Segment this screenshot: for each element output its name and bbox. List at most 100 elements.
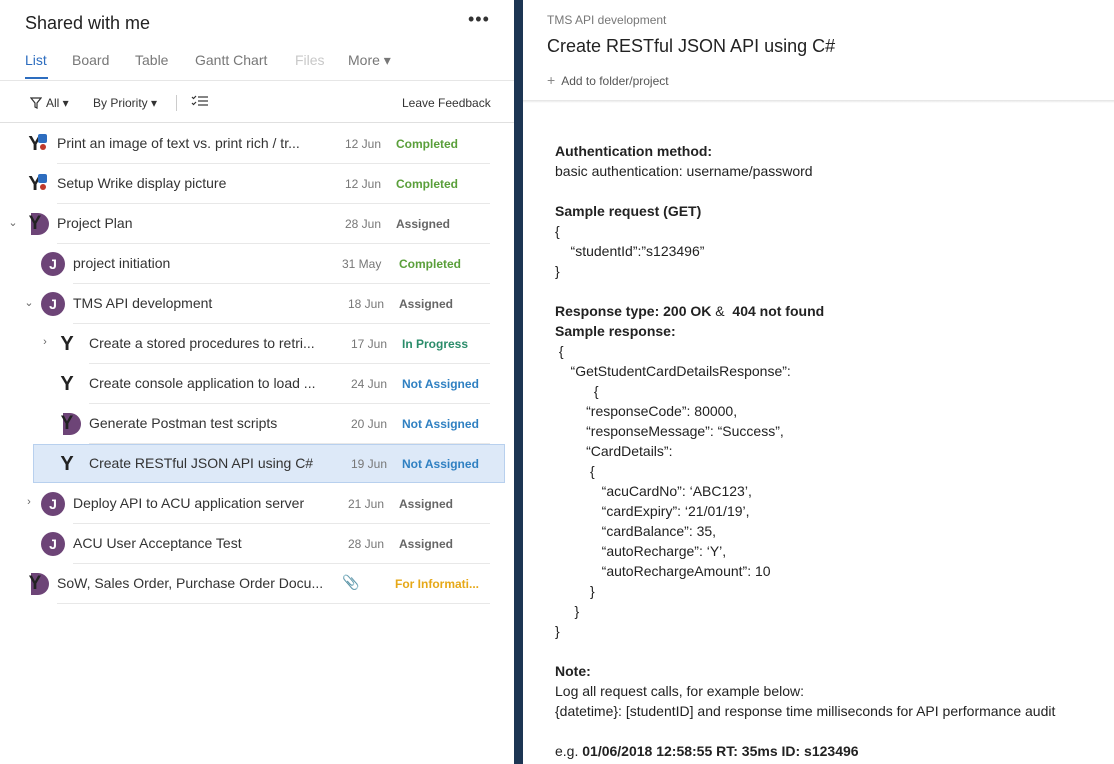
active-tab-indicator: [25, 77, 48, 79]
avatar: Y: [60, 373, 74, 395]
task-title: Project Plan: [57, 215, 133, 231]
chevron-right-icon[interactable]: ›: [40, 336, 50, 348]
description-line: “cardExpiry”: ‘21/01/19’,: [555, 503, 750, 519]
status-badge: Assigned: [396, 217, 451, 231]
task-row-selected[interactable]: Y Create RESTful JSON API using C# 19 Ju…: [0, 444, 514, 484]
task-row[interactable]: Y Generate Postman test scripts 20 Jun N…: [0, 404, 514, 444]
description-line: basic authentication: username/password: [555, 163, 813, 179]
description-line: [555, 721, 1110, 741]
chevron-right-icon[interactable]: ›: [24, 496, 34, 508]
task-row[interactable]: Y SoW, Sales Order, Purchase Order Docu.…: [0, 564, 514, 604]
task-row[interactable]: Y Print an image of text vs. print rich …: [0, 124, 514, 164]
description-line: [555, 641, 1110, 661]
task-date: 31 May: [342, 257, 382, 271]
status-badge: Assigned: [399, 497, 454, 511]
task-title: ACU User Acceptance Test: [73, 535, 242, 551]
task-row[interactable]: ⌄ J TMS API development 18 Jun Assigned: [0, 284, 514, 324]
list-options-icon[interactable]: [191, 94, 209, 111]
avatar: J: [41, 292, 65, 316]
task-title: Deploy API to ACU application server: [73, 495, 305, 511]
status-badge: For Informati...: [395, 577, 479, 591]
description-line: “autoRechargeAmount”: 10: [555, 563, 771, 579]
task-row[interactable]: › Y Create a stored procedures to retri.…: [0, 324, 514, 364]
filter-button[interactable]: All ▾: [29, 96, 69, 110]
task-title: Create console application to load ...: [89, 375, 316, 391]
task-title: Print an image of text vs. print rich / …: [57, 135, 300, 151]
task-list-panel: Shared with me ••• List Board Table Gant…: [0, 0, 514, 764]
description-line: {datetime}: [studentID] and response tim…: [555, 703, 1056, 719]
task-row[interactable]: ⌄ Y Project Plan 28 Jun Assigned: [0, 204, 514, 244]
task-row[interactable]: J ACU User Acceptance Test 28 Jun Assign…: [0, 524, 514, 564]
avatar: Y: [25, 172, 49, 196]
description-line: [555, 181, 1110, 201]
task-row[interactable]: Y Create console application to load ...…: [0, 364, 514, 404]
description-line: “responseMessage”: “Success”,: [555, 423, 784, 439]
task-row[interactable]: Y Setup Wrike display picture 12 Jun Com…: [0, 164, 514, 204]
tab-more[interactable]: More ▾: [348, 52, 391, 69]
status-badge: Not Assigned: [402, 377, 479, 391]
avatar: Y: [25, 572, 49, 596]
plus-icon: +: [547, 72, 556, 88]
task-date: 18 Jun: [348, 297, 385, 311]
page-title: Shared with me: [25, 13, 151, 33]
task-date: 28 Jun: [345, 217, 382, 231]
task-title: Create RESTful JSON API using C#: [89, 455, 314, 471]
task-row[interactable]: J project initiation 31 May Completed: [0, 244, 514, 284]
tab-table[interactable]: Table: [135, 52, 168, 68]
avatar: Y: [25, 212, 49, 236]
panel-divider[interactable]: [514, 0, 523, 764]
description-line: e.g. 01/06/2018 12:58:55 RT: 35ms ID: s1…: [555, 743, 859, 759]
description-line: {: [555, 223, 560, 239]
task-date: 19 Jun: [351, 457, 388, 471]
description-line: “CardDetails”:: [555, 443, 673, 459]
tab-list[interactable]: List: [25, 52, 47, 68]
task-description[interactable]: Authentication method: basic authenticat…: [555, 141, 1110, 761]
description-line: “acuCardNo”: ‘ABC123’,: [555, 483, 752, 499]
status-badge: Completed: [396, 177, 459, 191]
task-title: Create a stored procedures to retri...: [89, 335, 315, 351]
task-date: 17 Jun: [351, 337, 388, 351]
leave-feedback-link[interactable]: Leave Feedback: [402, 96, 491, 110]
description-line: Note:: [555, 663, 591, 679]
avatar: Y: [25, 132, 49, 156]
tab-board[interactable]: Board: [72, 52, 109, 68]
description-line: }: [555, 583, 595, 599]
description-line: {: [555, 343, 564, 359]
chevron-down-icon[interactable]: ⌄: [8, 216, 18, 229]
description-line: }: [555, 263, 560, 279]
description-line: “cardBalance”: 35,: [555, 523, 717, 539]
task-row[interactable]: › J Deploy API to ACU application server…: [0, 484, 514, 524]
description-line: Authentication method:: [555, 143, 713, 159]
task-date: 20 Jun: [351, 417, 388, 431]
task-title-heading[interactable]: Create RESTful JSON API using C#: [547, 36, 835, 57]
tab-files[interactable]: Files: [295, 52, 325, 68]
task-title: project initiation: [73, 255, 171, 271]
description-line: “studentId”:”s123496”: [555, 243, 705, 259]
avatar: J: [41, 532, 65, 556]
task-title: SoW, Sales Order, Purchase Order Docu...: [57, 575, 324, 591]
status-badge: Not Assigned: [402, 417, 479, 431]
task-detail-panel: TMS API development Create RESTful JSON …: [523, 0, 1114, 764]
tab-gantt-chart[interactable]: Gantt Chart: [195, 52, 267, 68]
description-line: Sample response:: [555, 323, 676, 339]
avatar: J: [41, 252, 65, 276]
description-line: }: [555, 623, 560, 639]
sort-dropdown[interactable]: By Priority ▾: [93, 96, 157, 110]
description-line: Log all request calls, for example below…: [555, 683, 805, 699]
breadcrumb[interactable]: TMS API development: [547, 13, 666, 27]
more-options-icon[interactable]: •••: [468, 9, 490, 30]
task-date: 12 Jun: [345, 137, 382, 151]
task-title: TMS API development: [73, 295, 213, 311]
status-badge: Not Assigned: [402, 457, 479, 471]
divider: [176, 95, 177, 111]
divider: [523, 100, 1114, 103]
status-badge: In Progress: [402, 337, 469, 351]
status-badge: Completed: [396, 137, 459, 151]
status-badge: Assigned: [399, 297, 454, 311]
avatar: Y: [57, 412, 81, 436]
task-date: 21 Jun: [348, 497, 385, 511]
add-to-folder-button[interactable]: + Add to folder/project: [547, 72, 669, 88]
toolbar: All ▾ By Priority ▾ Leave Feedback: [0, 81, 514, 121]
avatar: Y: [60, 453, 74, 475]
chevron-down-icon[interactable]: ⌄: [24, 296, 34, 309]
